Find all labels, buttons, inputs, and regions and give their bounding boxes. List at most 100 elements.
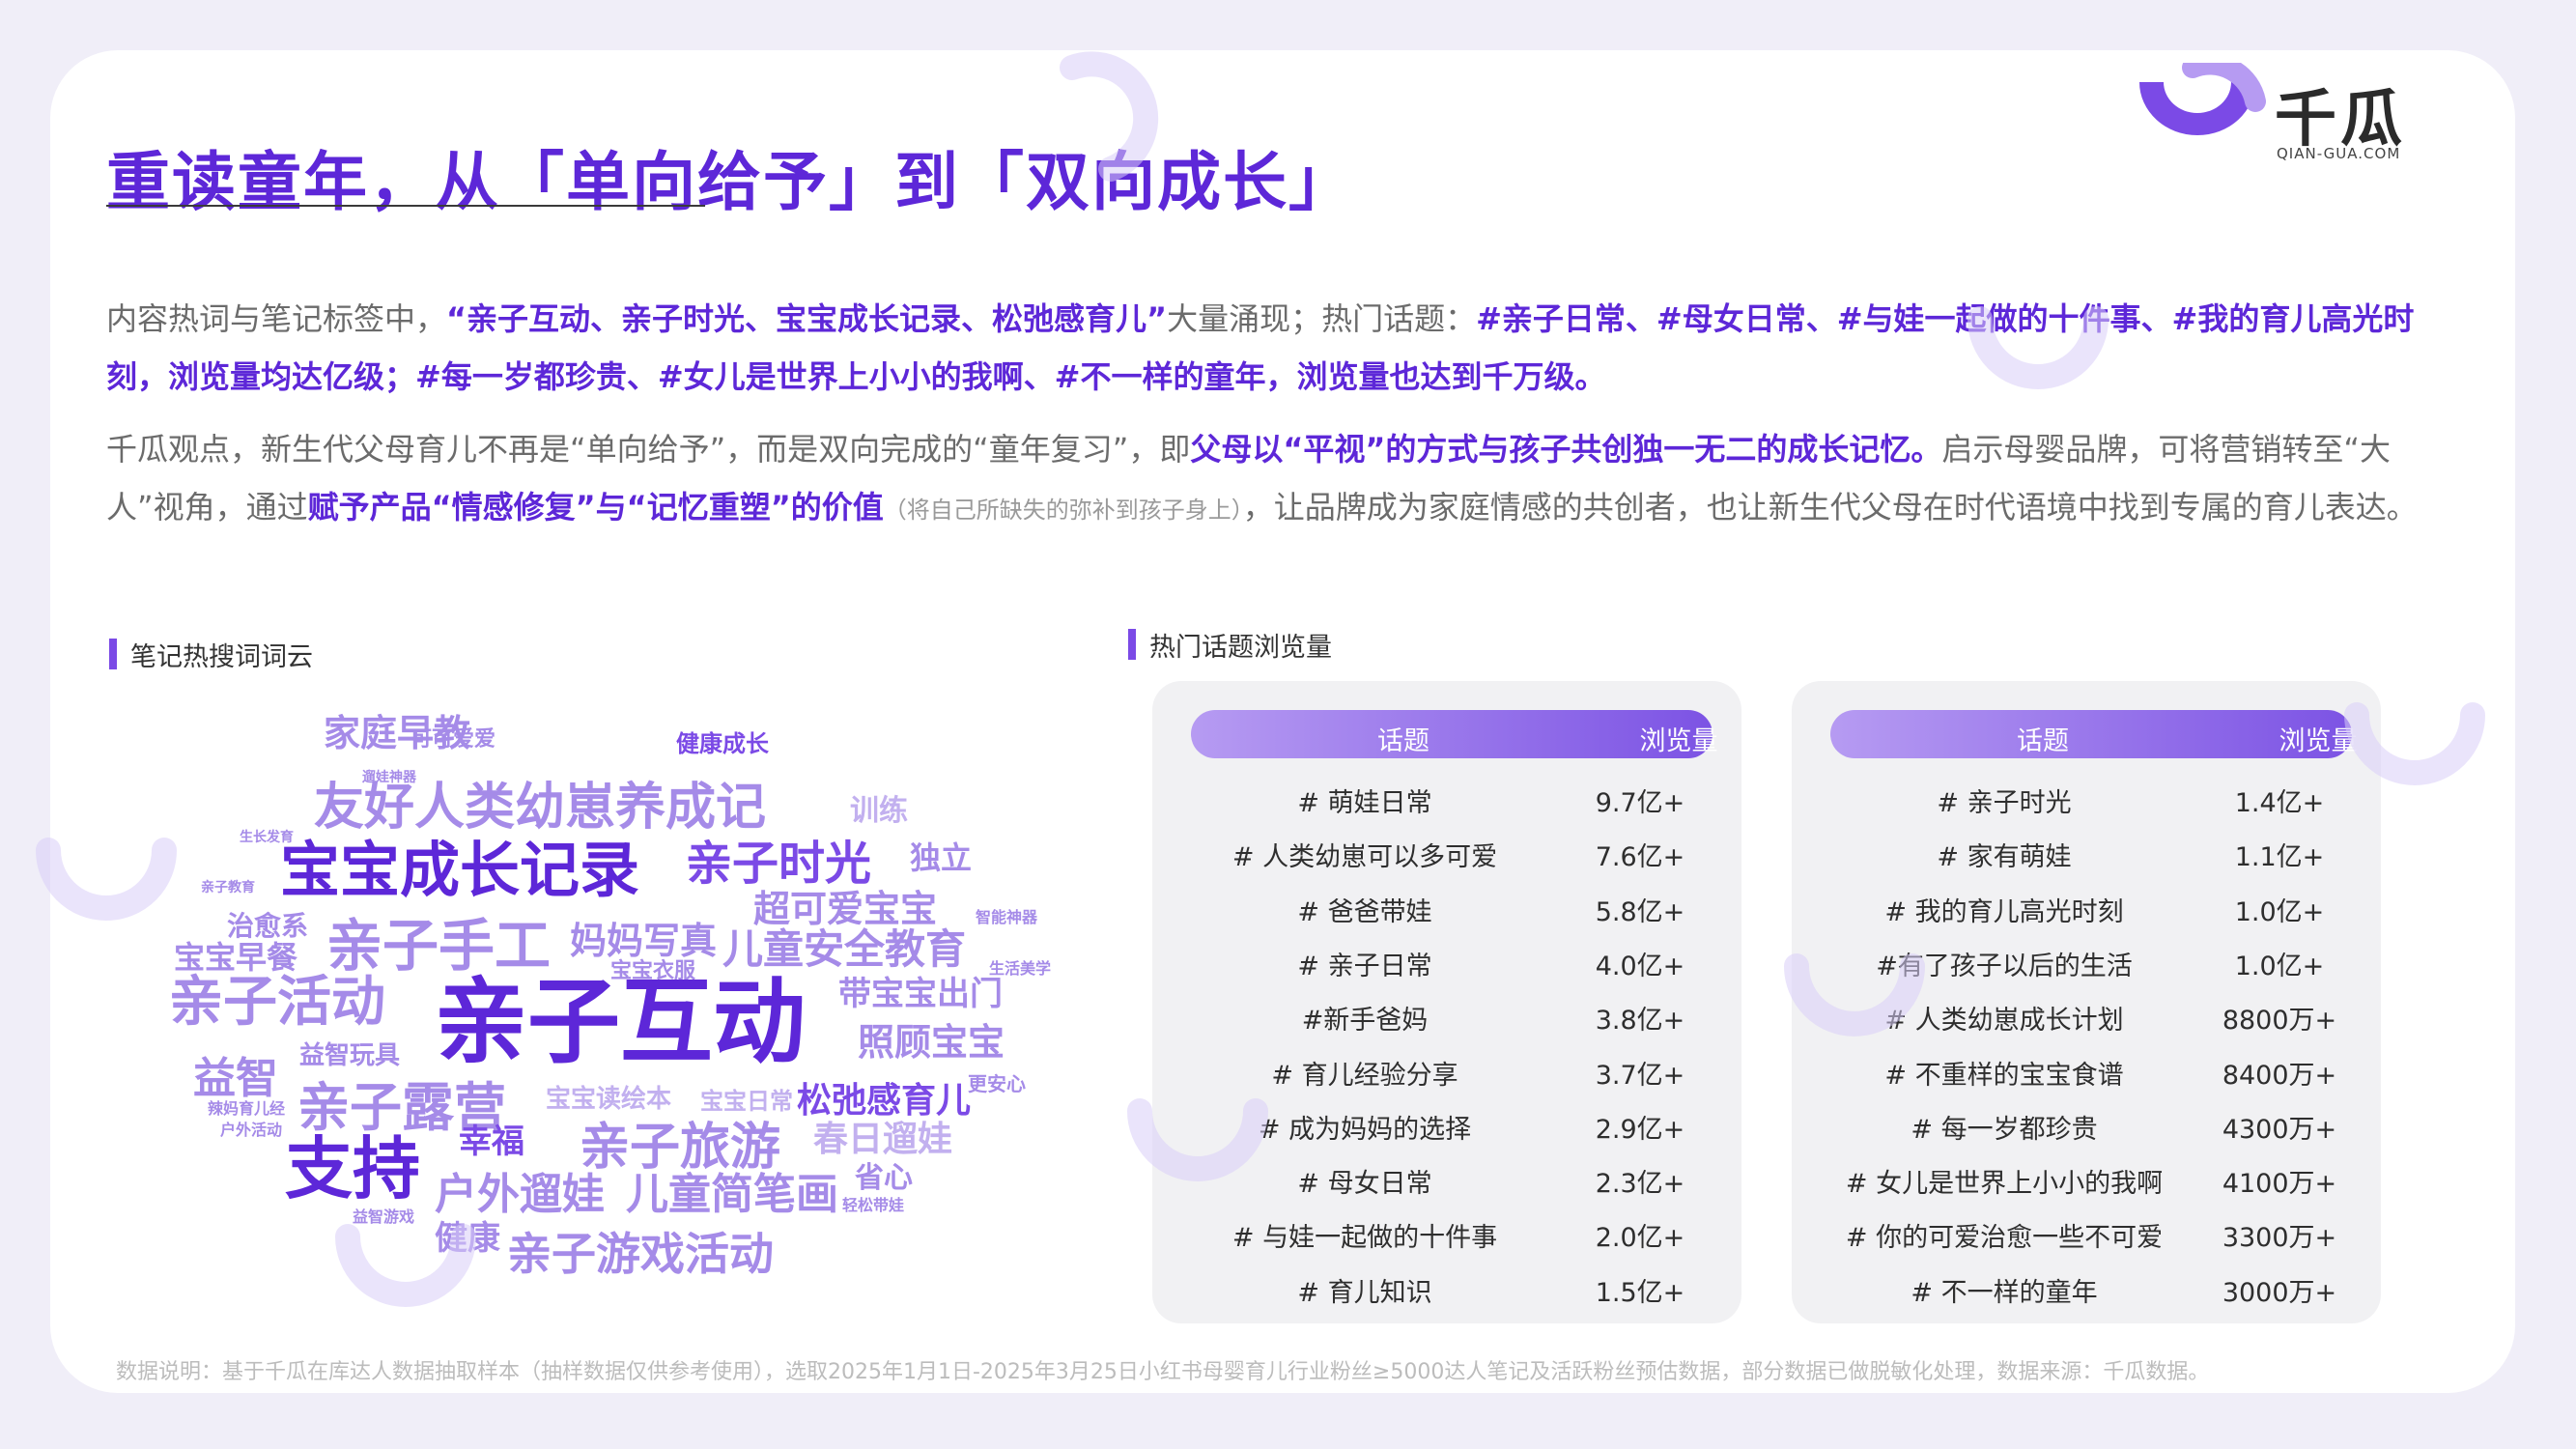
wordcloud-word: 照顾宝宝 bbox=[858, 1021, 1005, 1064]
wordcloud-word: 独立 bbox=[910, 839, 973, 876]
header-views: 浏览量 bbox=[1639, 726, 1718, 756]
view-count: 1.1亿+ bbox=[2234, 842, 2325, 873]
view-count: 2.3亿+ bbox=[1595, 1169, 1685, 1200]
paragraph-segment: ，让品牌成为家庭情感的共创者，也让新生代父母在时代语境中找到专属的育儿表达。 bbox=[1242, 489, 2418, 526]
table-row: # 家有萌娃 1.1亿+ bbox=[1792, 824, 2381, 878]
view-count: 4.0亿+ bbox=[1595, 951, 1685, 981]
paragraph-segment: “亲子互动、亲子时光、宝宝成长记录、松弛感育儿” bbox=[446, 300, 1168, 337]
table-row: # 女儿是世界上小小的我啊 4100万+ bbox=[1792, 1151, 2381, 1205]
page-title: 重读童年，从「单向给予」到「双向成长」 bbox=[106, 145, 1354, 219]
table-row: # 育儿经验分享 3.7亿+ bbox=[1152, 1042, 1741, 1096]
view-count: 1.0亿+ bbox=[2234, 951, 2325, 981]
wordcloud-word: 辣妈育儿经 bbox=[208, 1099, 286, 1118]
view-count: 8400万+ bbox=[2222, 1060, 2337, 1091]
view-count: 5.8亿+ bbox=[1595, 896, 1685, 927]
wordcloud-word: 亲子旅游 bbox=[580, 1119, 781, 1177]
view-count: 3300万+ bbox=[2222, 1223, 2337, 1254]
insight-paragraph-1: 内容热词与笔记标签中，“亲子互动、亲子时光、宝宝成长记录、松弛感育儿”大量涌现；… bbox=[106, 290, 2453, 406]
wordcloud-word: 宝宝早餐 bbox=[174, 939, 298, 976]
insight-paragraph-2: 千瓜观点，新生代父母育儿不再是“单向给予”，而是双向完成的“童年复习”，即父母以… bbox=[106, 420, 2453, 539]
view-count: 9.7亿+ bbox=[1595, 788, 1685, 818]
wordcloud-word: 省心 bbox=[855, 1161, 913, 1195]
topic-name: # 我的育儿高光时刻 bbox=[1884, 896, 2124, 927]
view-count: 3.7亿+ bbox=[1595, 1060, 1685, 1091]
topic-name: # 爸爸带娃 bbox=[1297, 896, 1432, 927]
table-row: # 爸爸带娃 5.8亿+ bbox=[1152, 879, 1741, 933]
wordcloud-word: 春日遛娃 bbox=[813, 1120, 953, 1159]
table-row: # 人类幼崽成长计划 8800万+ bbox=[1792, 987, 2381, 1041]
wordcloud-word: 益智游戏 bbox=[353, 1208, 415, 1226]
wordcloud-word: 更安心 bbox=[968, 1072, 1026, 1095]
view-count: 4100万+ bbox=[2222, 1169, 2337, 1200]
topic-table-left: 话题 浏览量 # 萌娃日常 9.7亿+ # 人类幼崽可以多可爱 7.6亿+ # 爸爸带娃… bbox=[1152, 681, 1741, 1323]
wordcloud-word: 亲子手工 bbox=[326, 913, 552, 979]
wordcloud-word: 幸福 bbox=[459, 1122, 524, 1161]
wordcloud-word: 亲子教育 bbox=[201, 880, 255, 895]
header-topic: 话题 bbox=[2017, 726, 2069, 756]
topic-name: # 成为妈妈的选择 bbox=[1258, 1114, 1472, 1145]
table-row: # 成为妈妈的选择 2.9亿+ bbox=[1152, 1096, 1741, 1151]
table-row: # 与娃一起做的十件事 2.0亿+ bbox=[1152, 1205, 1741, 1259]
wordcloud-word: 妈妈写真 bbox=[570, 920, 718, 962]
wordcloud-word: 宝宝成长记录 bbox=[280, 835, 640, 905]
view-count: 2.9亿+ bbox=[1595, 1114, 1685, 1145]
wordcloud-word: 友好人类幼崽养成记 bbox=[314, 779, 767, 837]
paragraph-segment: 父母以“平视”的方式与孩子共创独一无二的成长记忆。 bbox=[1190, 431, 1942, 468]
paragraph-segment: （将自己所缺失的弥补到孩子身上） bbox=[883, 497, 1243, 524]
table-row: # 不重样的宝宝食谱 8400万+ bbox=[1792, 1042, 2381, 1096]
topic-name: # 女儿是世界上小小的我啊 bbox=[1845, 1169, 2164, 1200]
wordcloud-word: 智能神器 bbox=[976, 908, 1038, 926]
table-row: # 不一样的童年 3000万+ bbox=[1792, 1260, 2381, 1314]
title-divider bbox=[106, 205, 705, 207]
topic-name: # 人类幼崽可以多可爱 bbox=[1231, 842, 1498, 873]
topic-name: # 亲子时光 bbox=[1937, 788, 2072, 818]
table-row: # 每一岁都珍贵 4300万+ bbox=[1792, 1096, 2381, 1151]
wordcloud-word: 亲子时光 bbox=[686, 837, 872, 891]
view-count: 1.0亿+ bbox=[2234, 896, 2325, 927]
view-count: 1.4亿+ bbox=[2234, 788, 2325, 818]
view-count: 7.6亿+ bbox=[1595, 842, 1685, 873]
paragraph-segment: 大量涌现；热门话题： bbox=[1167, 300, 1477, 337]
topic-name: # 每一岁都珍贵 bbox=[1911, 1114, 2098, 1145]
wordcloud-word: 户外遛娃 bbox=[435, 1170, 605, 1219]
wordcloud-word: 松弛感育儿 bbox=[797, 1081, 972, 1121]
table-row: # 育儿知识 1.5亿+ bbox=[1152, 1260, 1741, 1314]
wordcloud-word: 户外活动 bbox=[220, 1121, 283, 1139]
view-count: 1.5亿+ bbox=[1595, 1277, 1685, 1308]
topic-name: # 萌娃日常 bbox=[1297, 788, 1432, 818]
topic-name: # 家有萌娃 bbox=[1937, 842, 2072, 873]
logo-subtext: QIAN-GUA.COM bbox=[2277, 145, 2401, 162]
wordcloud-word: 带宝宝出门 bbox=[838, 975, 1003, 1013]
wordcloud-word: 轻松带娃 bbox=[842, 1196, 905, 1214]
data-footnote: 数据说明：基于千瓜在库达人数据抽取样本（抽样数据仅供参考使用），选取2025年1… bbox=[116, 1360, 2210, 1384]
wordcloud-word: 亲子互动 bbox=[435, 968, 806, 1076]
topic-name: #有了孩子以后的生活 bbox=[1876, 951, 2133, 981]
wordcloud-word: 益智 bbox=[193, 1054, 278, 1103]
wordcloud-label: 笔记热搜词词云 bbox=[109, 636, 313, 673]
table-row: # 亲子时光 1.4亿+ bbox=[1792, 770, 2381, 824]
header-topic: 话题 bbox=[1377, 726, 1430, 756]
topic-name: # 育儿经验分享 bbox=[1271, 1060, 1458, 1091]
table-row: # 你的可爱治愈一些不可爱 3300万+ bbox=[1792, 1205, 2381, 1259]
table-header: 话题 浏览量 bbox=[1830, 710, 2358, 758]
topic-table-label: 热门话题浏览量 bbox=[1128, 626, 1332, 664]
wordcloud: 家庭早教 可可爱爱 健康成长 遛娃神器 友好人类幼崽养成记 训练 生长发育 宝宝成长记录 亲子时… bbox=[116, 676, 1082, 1294]
wordcloud-word: 益智玩具 bbox=[299, 1041, 401, 1070]
topic-name: #新手爸妈 bbox=[1301, 1006, 1429, 1037]
table-row: #有了孩子以后的生活 1.0亿+ bbox=[1792, 933, 2381, 987]
paragraph-segment: 内容热词与笔记标签中， bbox=[106, 300, 447, 337]
wordcloud-word: 宝宝日常 bbox=[700, 1088, 793, 1115]
table-header: 话题 浏览量 bbox=[1191, 710, 1718, 758]
paragraph-segment: 千瓜观点，新生代父母育儿不再是“单向给予”，而是双向完成的“童年复习”，即 bbox=[106, 431, 1191, 468]
topic-name: # 不一样的童年 bbox=[1911, 1277, 2098, 1308]
table-row: # 我的育儿高光时刻 1.0亿+ bbox=[1792, 879, 2381, 933]
wordcloud-word: 儿童简笔画 bbox=[626, 1170, 838, 1219]
view-count: 8800万+ bbox=[2222, 1006, 2337, 1037]
paragraph-segment: 赋予产品“情感修复”与“记忆重塑”的价值 bbox=[307, 489, 884, 526]
table-row: #新手爸妈 3.8亿+ bbox=[1152, 987, 1741, 1041]
wordcloud-word: 治愈系 bbox=[227, 910, 309, 942]
table-row: # 母女日常 2.3亿+ bbox=[1152, 1151, 1741, 1205]
header-views: 浏览量 bbox=[2279, 726, 2358, 756]
topic-name: # 亲子日常 bbox=[1297, 951, 1432, 981]
wordcloud-word: 儿童安全教育 bbox=[722, 925, 967, 973]
